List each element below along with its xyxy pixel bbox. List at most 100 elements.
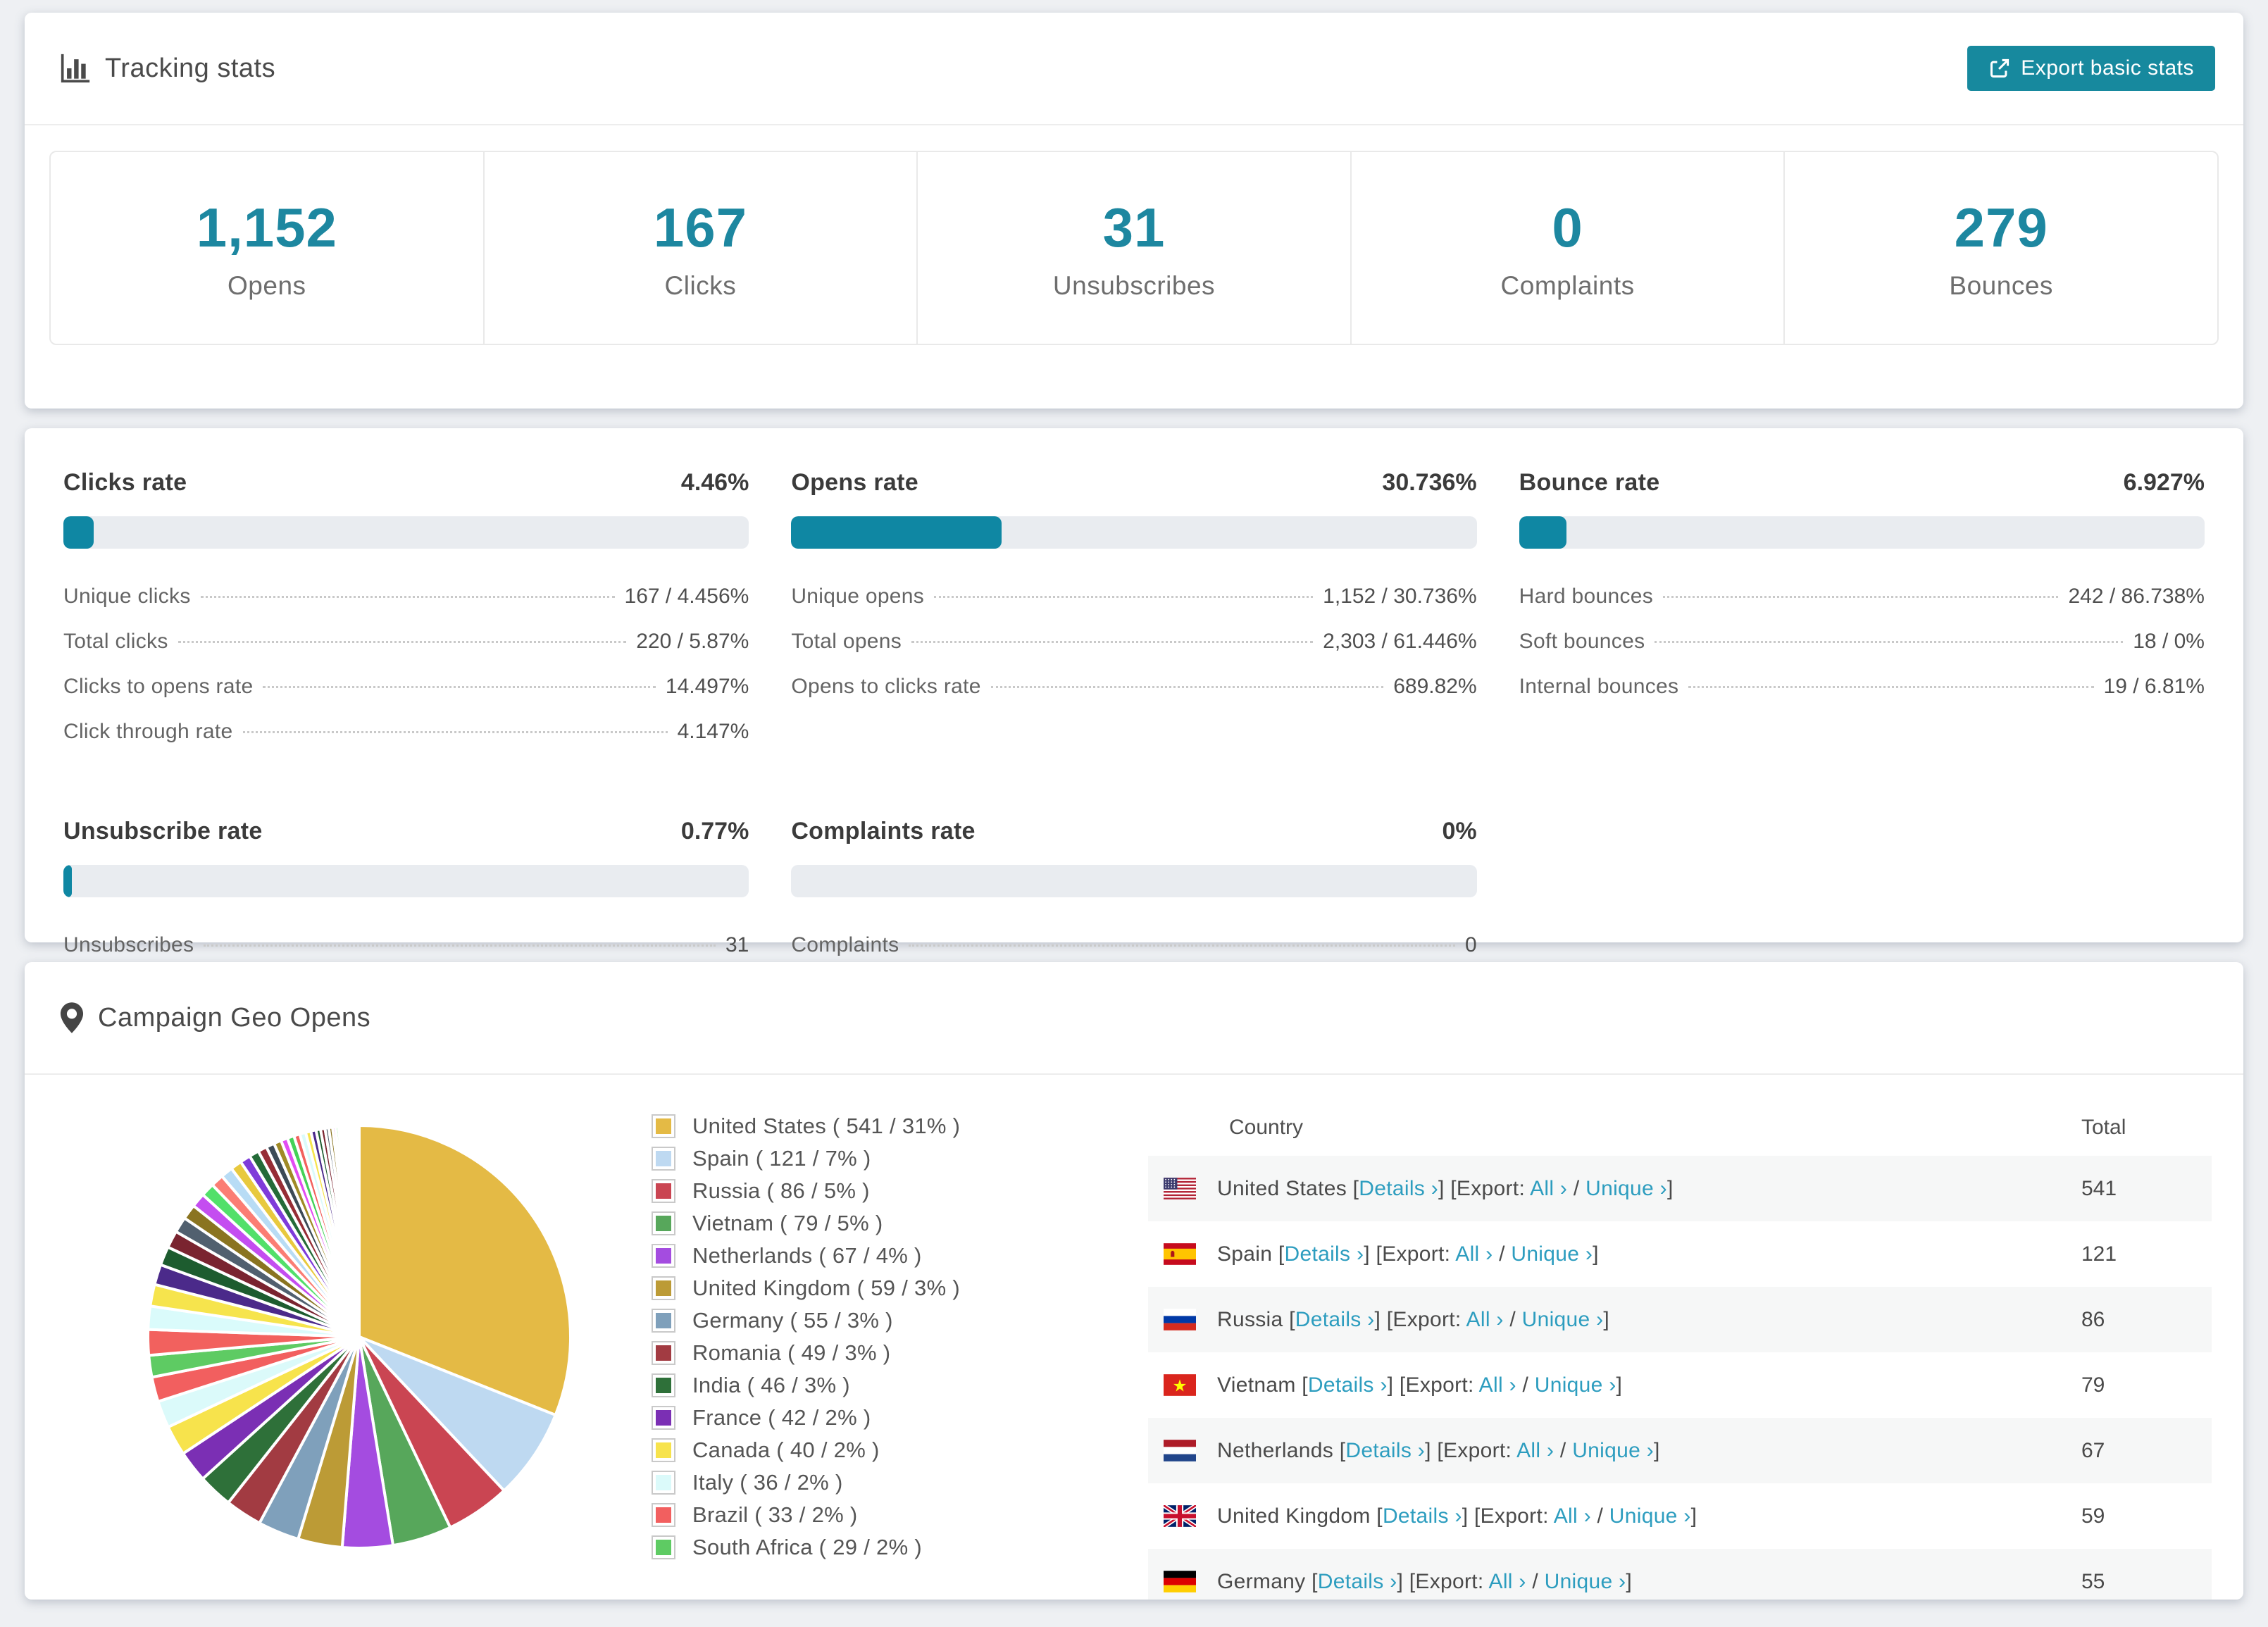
export-unique-link[interactable]: Unique › <box>1511 1242 1593 1266</box>
rate-title: Unsubscribe rate <box>63 818 263 845</box>
flag-vn-icon <box>1164 1374 1196 1396</box>
country-cell: Russia [Details ›] [Export: All › / Uniq… <box>1148 1308 2050 1332</box>
stat-label: Soft bounces <box>1519 630 1645 654</box>
country-cell: Germany [Details ›] [Export: All › / Uni… <box>1148 1570 2050 1594</box>
country-cell: Netherlands [Details ›] [Export: All › /… <box>1148 1439 2050 1463</box>
legend-label: Canada ( 40 / 2% ) <box>692 1438 880 1463</box>
export-all-link[interactable]: All › <box>1554 1504 1591 1528</box>
stat-value: 242 / 86.738% <box>2068 585 2205 609</box>
dotted-leader <box>263 686 655 688</box>
total-cell: 541 <box>2050 1177 2212 1201</box>
country-cell: Spain [Details ›] [Export: All › / Uniqu… <box>1148 1242 2050 1266</box>
rate-column-complaints-rate: Complaints rate0%Complaints0 <box>791 818 1476 968</box>
rate-value: 0.77% <box>681 818 749 845</box>
stat-value: 689.82% <box>1393 675 1476 699</box>
stat-label: Unique opens <box>791 585 924 609</box>
export-all-link[interactable]: All › <box>1466 1308 1504 1331</box>
table-row-united-kingdom: United Kingdom [Details ›] [Export: All … <box>1148 1483 2212 1549</box>
dotted-leader <box>201 596 615 598</box>
geo-pie-chart <box>141 1118 578 1555</box>
stat-row-soft-bounces: Soft bounces 18 / 0% <box>1519 619 2205 664</box>
details-link[interactable]: Details › <box>1345 1439 1425 1462</box>
progress-track <box>63 865 749 897</box>
rate-title-row: Bounce rate6.927% <box>1519 469 2205 497</box>
rate-column-opens-rate: Opens rate 30.736% Unique opens 1,152 / 30.… <box>791 469 1476 754</box>
column-header-country: Country <box>1148 1116 2050 1140</box>
summary-value: 167 <box>654 196 747 260</box>
flag-de-icon <box>1164 1571 1196 1592</box>
legend-item-italy: Italy ( 36 / 2% ) <box>652 1470 1014 1495</box>
export-unique-link[interactable]: Unique › <box>1545 1570 1626 1593</box>
legend-item-netherlands: Netherlands ( 67 / 4% ) <box>652 1243 1014 1268</box>
rate-title: Complaints rate <box>791 818 975 845</box>
color-swatch <box>652 1211 675 1235</box>
stat-value: 2,303 / 61.446% <box>1323 630 1477 654</box>
export-all-link[interactable]: All › <box>1530 1177 1567 1200</box>
country-cell: Vietnam [Details ›] [Export: All › / Uni… <box>1148 1373 2050 1397</box>
summary-label: Clicks <box>665 271 737 301</box>
total-cell: 79 <box>2050 1373 2212 1397</box>
flag-es-icon <box>1164 1243 1196 1265</box>
dotted-leader <box>909 945 1455 947</box>
rate-title-row: Unsubscribe rate 0.77% <box>63 818 749 845</box>
color-swatch <box>652 1276 675 1300</box>
stat-row-clicks-to-opens-rate: Clicks to opens rate14.497% <box>63 664 749 709</box>
export-unique-link[interactable]: Unique › <box>1522 1308 1604 1331</box>
progress-track <box>63 516 749 549</box>
summary-metric-bounces: 279 Bounces <box>1785 152 2217 344</box>
export-unique-link[interactable]: Unique › <box>1609 1504 1691 1528</box>
rate-title-row: Clicks rate4.46% <box>63 469 749 497</box>
export-unique-link[interactable]: Unique › <box>1585 1177 1667 1200</box>
stat-value: 18 / 0% <box>2133 630 2205 654</box>
export-unique-link[interactable]: Unique › <box>1572 1439 1654 1462</box>
color-swatch <box>652 1147 675 1171</box>
progress-fill <box>1519 516 1566 549</box>
stat-label: Total opens <box>791 630 902 654</box>
legend-item-india: India ( 46 / 3% ) <box>652 1373 1014 1398</box>
details-link[interactable]: Details › <box>1318 1570 1397 1593</box>
export-all-link[interactable]: All › <box>1455 1242 1493 1266</box>
bar-chart-icon <box>60 53 91 84</box>
dotted-leader <box>178 641 627 643</box>
geo-legend: United States ( 541 / 31% )Spain ( 121 /… <box>652 1114 1014 1567</box>
dotted-leader <box>204 945 716 947</box>
summary-metrics-box: 1,152Opens167Clicks31Unsubscribes0Compla… <box>49 151 2219 345</box>
details-link[interactable]: Details › <box>1308 1373 1388 1397</box>
summary-label: Bounces <box>1949 271 2053 301</box>
dotted-leader <box>1655 641 2123 643</box>
rate-detail-rows: Unique opens 1,152 / 30.736% Total opens 2,… <box>791 574 1476 709</box>
summary-label: Unsubscribes <box>1053 271 1215 301</box>
page-title: Tracking stats <box>105 54 275 84</box>
country-links: Netherlands [Details ›] [Export: All › /… <box>1217 1439 1660 1463</box>
details-link[interactable]: Details › <box>1285 1242 1364 1266</box>
export-all-link[interactable]: All › <box>1489 1570 1526 1593</box>
legend-label: Germany ( 55 / 3% ) <box>692 1308 893 1333</box>
stat-value: 1,152 / 30.736% <box>1323 585 1477 609</box>
dotted-leader <box>1663 596 2058 598</box>
summary-label: Complaints <box>1501 271 1635 301</box>
progress-fill <box>791 516 1002 549</box>
color-swatch <box>652 1503 675 1527</box>
stat-value: 14.497% <box>666 675 749 699</box>
dotted-leader <box>934 596 1313 598</box>
color-swatch <box>652 1406 675 1430</box>
summary-value: 279 <box>1955 196 2048 260</box>
export-unique-link[interactable]: Unique › <box>1535 1373 1616 1397</box>
legend-item-south-africa: South Africa ( 29 / 2% ) <box>652 1535 1014 1560</box>
rate-detail-rows: Unique clicks167 / 4.456%Total clicks220… <box>63 574 749 754</box>
rate-value: 30.736% <box>1382 469 1476 497</box>
export-all-link[interactable]: All › <box>1479 1373 1516 1397</box>
details-link[interactable]: Details › <box>1359 1177 1438 1200</box>
country-links: United States [Details ›] [Export: All ›… <box>1217 1177 1674 1201</box>
summary-metric-clicks: 167 Clicks <box>485 152 918 344</box>
total-cell: 59 <box>2050 1504 2212 1528</box>
flag-nl-icon <box>1164 1440 1196 1461</box>
rate-detail-rows: Unsubscribes31 <box>63 923 749 968</box>
rate-title: Opens rate <box>791 469 918 497</box>
color-swatch <box>652 1438 675 1462</box>
export-basic-stats-button[interactable]: Export basic stats <box>1967 46 2215 91</box>
legend-label: South Africa ( 29 / 2% ) <box>692 1535 922 1560</box>
details-link[interactable]: Details › <box>1295 1308 1375 1331</box>
export-all-link[interactable]: All › <box>1516 1439 1554 1462</box>
details-link[interactable]: Details › <box>1383 1504 1462 1528</box>
